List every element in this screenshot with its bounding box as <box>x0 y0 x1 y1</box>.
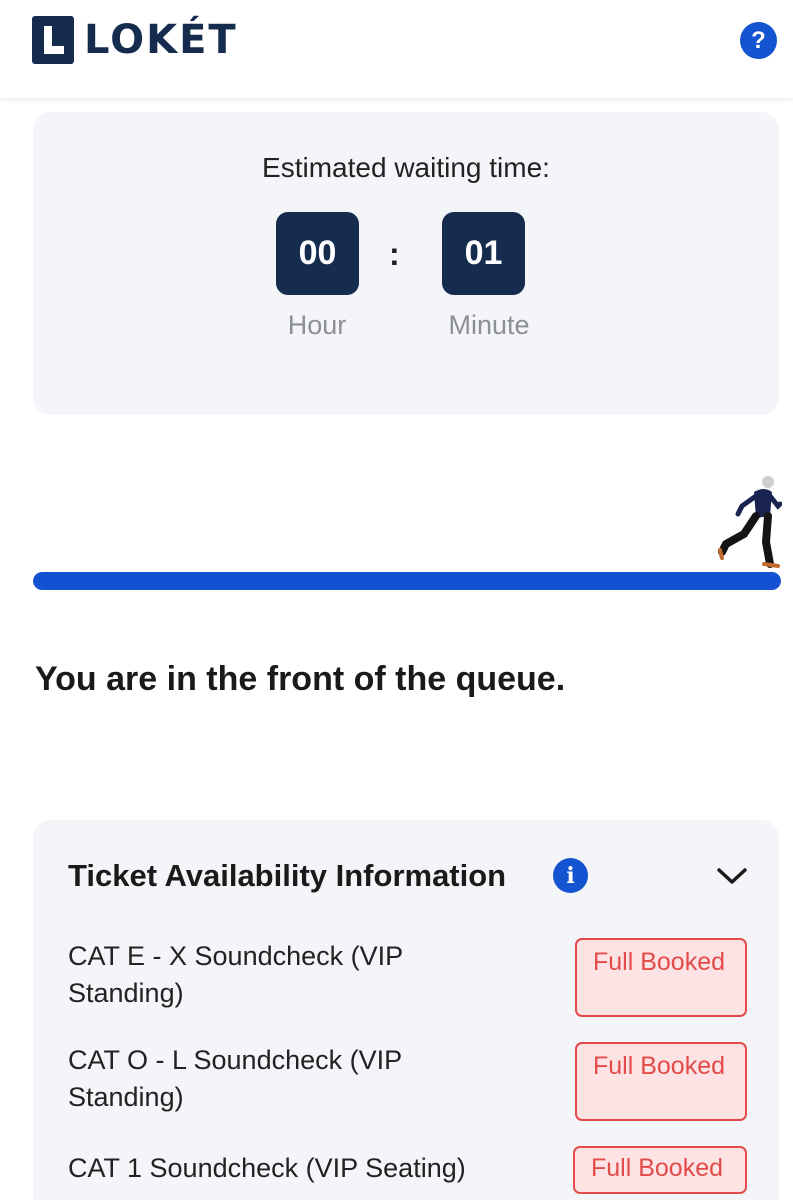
loket-logo-icon <box>32 16 74 64</box>
chevron-down-icon[interactable] <box>715 864 749 888</box>
loket-logo[interactable]: LOKÉT <box>32 16 238 64</box>
ticket-row: CAT O - L Soundcheck (VIP Standing) Full… <box>68 1042 748 1132</box>
time-separator: : <box>389 236 400 272</box>
ticket-row: CAT E - X Soundcheck (VIP Standing) Full… <box>68 938 748 1028</box>
queue-progress-bar <box>33 572 781 590</box>
logo-wordmark: LOKÉT <box>84 17 238 63</box>
minutes-display: 01 <box>442 212 525 295</box>
queue-status-message: You are in the front of the queue. <box>35 660 566 698</box>
queue-progress-fill <box>33 572 781 590</box>
waiting-time-card: Estimated waiting time: 00 : 01 Hour Min… <box>33 112 779 415</box>
hour-label: Hour <box>287 310 347 340</box>
ticket-name: CAT E - X Soundcheck (VIP Standing) <box>68 941 403 1008</box>
availability-title[interactable]: Ticket Availability Information <box>68 858 506 894</box>
status-badge: Full Booked <box>573 1146 747 1194</box>
app-header: LOKÉT ? <box>0 0 793 98</box>
help-icon: ? <box>751 26 766 54</box>
runner-icon <box>718 476 782 568</box>
help-button[interactable]: ? <box>740 22 777 59</box>
status-badge: Full Booked <box>575 1042 747 1121</box>
waiting-time-label: Estimated waiting time: <box>262 152 550 183</box>
ticket-name: CAT O - L Soundcheck (VIP Standing) <box>68 1045 402 1112</box>
ticket-name: CAT 1 Soundcheck (VIP Seating) <box>68 1153 466 1183</box>
ticket-row: CAT 1 Soundcheck (VIP Seating) Full Book… <box>68 1146 748 1200</box>
hours-display: 00 <box>276 212 359 295</box>
ticket-availability-card: Ticket Availability Information i CAT E … <box>33 820 779 1200</box>
status-badge: Full Booked <box>575 938 747 1017</box>
info-icon[interactable]: i <box>553 858 588 893</box>
minute-label: Minute <box>448 310 530 340</box>
